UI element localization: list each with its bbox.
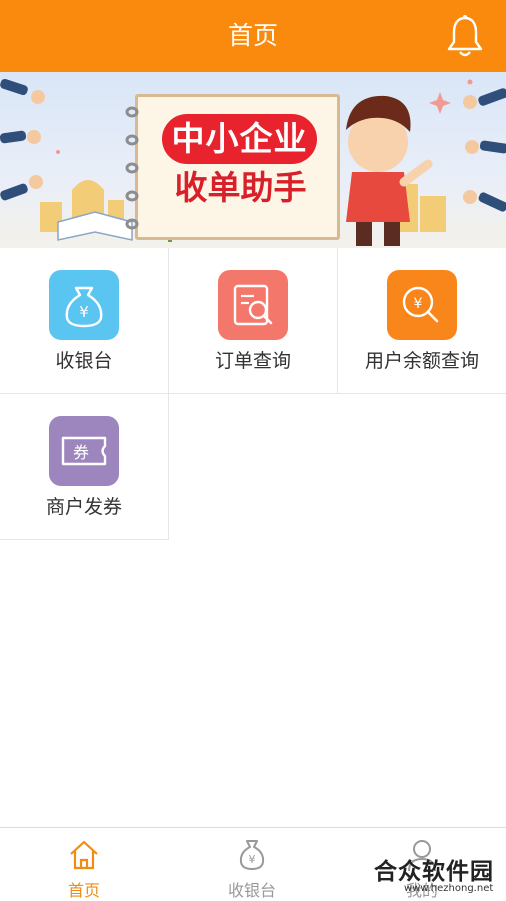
grid-item-order-search[interactable]: 订单查询 [169, 248, 338, 394]
bell-icon[interactable] [446, 14, 484, 58]
grid-item-balance-search[interactable]: ¥ 用户余额查询 [338, 248, 506, 394]
svg-text:¥: ¥ [249, 853, 256, 866]
watermark-url: www.hezhong.net [404, 883, 494, 894]
money-bag-icon: ¥ [49, 270, 119, 340]
order-search-icon [218, 270, 288, 340]
watermark-text: 合众软件园 [374, 859, 494, 885]
notebook-rings [125, 106, 139, 230]
balance-search-icon: ¥ [387, 270, 457, 340]
grid-item-label: 订单查询 [214, 350, 291, 372]
grid-item-coupon[interactable]: 券 商户发券 [0, 394, 169, 540]
tab-label: 收银台 [227, 881, 276, 900]
home-icon [70, 840, 98, 870]
tab-home[interactable]: 首页 [0, 828, 168, 901]
tab-cashier[interactable]: ¥ 收银台 [168, 828, 336, 901]
page-title: 首页 [227, 21, 278, 50]
svg-text:券: 券 [73, 443, 89, 462]
tab-label: 首页 [67, 881, 100, 900]
watermark: 合众软件园 www.hezhong.net [374, 852, 506, 900]
coupon-icon: 券 [49, 416, 119, 486]
money-bag-icon: ¥ [239, 840, 265, 870]
promo-banner[interactable]: 中小企业 收单助手 [0, 72, 506, 248]
svg-text:¥: ¥ [414, 296, 423, 312]
grid-item-label: 商户发券 [45, 496, 122, 518]
app-header: 首页 [0, 0, 506, 72]
grid-item-cashier[interactable]: ¥ 收银台 [0, 248, 169, 394]
grid-item-label: 用户余额查询 [364, 350, 479, 372]
banner-subheadline: 收单助手 [174, 168, 307, 207]
svg-text:¥: ¥ [79, 303, 89, 321]
grid-item-label: 收银台 [55, 350, 113, 372]
banner-headline: 中小企业 [162, 114, 317, 164]
